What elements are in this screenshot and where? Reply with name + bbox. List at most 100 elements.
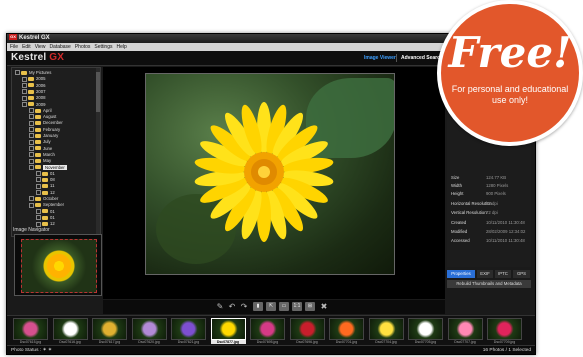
thumbnail-image[interactable] [210,318,246,340]
tab-properties[interactable]: Properties [447,270,475,278]
tab-exif[interactable]: EXIF [477,270,493,278]
tab-gps[interactable]: GPS [513,270,530,278]
expand-icon[interactable] [29,196,34,202]
menu-item-help[interactable]: Help [117,44,127,50]
expand-icon[interactable] [29,152,34,158]
thumbnail[interactable]: Dsc07695.jpg [250,318,285,345]
tree-scrollbar[interactable] [96,68,100,236]
menu-item-file[interactable]: File [10,44,18,50]
expand-icon[interactable] [36,215,41,221]
status-tag-icon[interactable]: ✶ [48,348,52,353]
tree-item[interactable]: May [29,158,51,164]
tree-item[interactable]: March [29,152,55,158]
tree-item[interactable]: 08 [36,177,55,183]
fullscreen-icon[interactable]: ▭ [279,302,289,311]
tree-item[interactable]: 2006 [22,83,46,89]
tree-item[interactable]: 11 [36,183,54,189]
thumbnail-image[interactable] [250,318,285,340]
expand-icon[interactable] [22,101,27,107]
rotate-left-icon[interactable]: ↶ [227,302,237,311]
main-photo[interactable] [145,73,395,275]
tree-item[interactable]: January [29,133,58,139]
expand-icon[interactable] [22,82,27,88]
tree-item[interactable]: September [29,202,64,208]
expand-icon[interactable] [29,133,34,139]
expand-icon[interactable] [29,108,34,114]
thumbnail-image[interactable] [92,318,127,340]
menu-item-view[interactable]: View [35,44,46,50]
tree-item[interactable]: April [29,108,52,114]
expand-icon[interactable] [22,95,27,101]
navigator-preview[interactable] [21,239,97,293]
slideshow-icon[interactable]: ⊞ [305,302,315,311]
expand-icon[interactable] [29,120,34,126]
expand-icon[interactable] [36,208,41,214]
tree-item[interactable]: February [29,127,60,133]
tree-item[interactable]: November [29,164,67,171]
image-viewer-link[interactable]: Image Viewer [364,55,396,61]
expand-icon[interactable] [22,76,27,82]
tree-item[interactable]: 2008 [22,95,46,101]
tree-item[interactable]: 2007 [22,89,46,95]
thumbnail[interactable]: Dsc07705.jpg [408,318,443,345]
edit-pencil-icon[interactable]: ✎ [215,302,225,311]
folder-tree[interactable]: My Pictures 2005 2006 2007 2008 2009 April Augu… [11,67,101,237]
thumbnail[interactable]: Dsc07696.jpg [289,318,325,345]
thumbnail-image[interactable] [131,318,167,340]
expand-icon[interactable] [29,114,34,120]
thumbnail-image[interactable] [368,318,404,340]
tree-item[interactable]: 2005 [22,76,46,82]
fit-window-icon[interactable]: ⇱ [266,302,276,311]
fit-height-icon[interactable]: ▮ [253,302,263,311]
thumbnail[interactable]: Dsc07616.jpg [52,318,88,345]
thumbnail-image[interactable] [171,318,206,340]
thumbnail[interactable]: Dsc07615.jpg [13,318,48,345]
tree-item[interactable]: My Pictures [15,70,51,76]
expand-icon[interactable] [29,158,34,164]
tree-item[interactable]: July [29,139,51,145]
thumbnail-image[interactable] [447,318,483,340]
menu-item-edit[interactable]: Edit [22,44,31,50]
thumbnail[interactable]: Dsc07621.jpg [171,318,206,345]
tree-item[interactable]: 01 [36,171,55,177]
expand-icon[interactable] [29,145,34,151]
tree-item[interactable]: June [29,146,52,152]
advanced-search-link[interactable]: Advanced Search [401,55,443,61]
thumbnail[interactable]: Dsc07617.jpg [92,318,127,345]
menu-item-database[interactable]: Database [49,44,70,50]
thumbnail[interactable]: Dsc07620.jpg [131,318,167,345]
tree-item[interactable]: 12 [36,190,55,196]
expand-icon[interactable] [29,164,34,170]
tree-item[interactable]: August [29,114,56,120]
expand-icon[interactable] [36,183,41,189]
tree-item[interactable]: 2009 [22,102,46,108]
rebuild-thumbnails-button[interactable]: Rebuild Thumbnails and Metadata [447,280,531,288]
thumbnail-image[interactable] [329,318,364,340]
rotate-right-icon[interactable]: ↷ [239,302,249,311]
menu-item-photos[interactable]: Photos [75,44,91,50]
thumbnail-image[interactable] [408,318,443,340]
expand-icon[interactable] [22,89,27,95]
thumbnail-image[interactable] [13,318,48,340]
tree-item[interactable]: 01 [36,215,55,221]
expand-icon[interactable] [15,70,20,76]
tree-item[interactable]: December [29,120,63,126]
image-navigator[interactable] [14,234,102,296]
expand-icon[interactable] [36,177,41,183]
tree-item[interactable]: October [29,196,58,202]
thumbnail[interactable]: Dsc07704.jpg [368,318,404,345]
actual-size-button[interactable]: 1:1 [292,302,302,311]
tab-iptc[interactable]: IPTC [495,270,511,278]
expand-icon[interactable] [29,202,34,208]
thumbnail[interactable]: Dsc07709.jpg [487,318,522,345]
expand-icon[interactable] [36,190,41,196]
status-star-icon[interactable]: ✶ [42,348,46,353]
tree-item[interactable]: 01 [36,209,55,215]
expand-icon[interactable] [29,127,34,133]
thumbnail[interactable]: Dsc07701.jpg [329,318,364,345]
thumbnail[interactable]: Dsc07707.jpg [447,318,483,345]
thumbnail-image[interactable] [52,318,88,340]
thumbnail-image[interactable] [289,318,325,340]
menu-item-settings[interactable]: Settings [94,44,112,50]
expand-icon[interactable] [36,221,41,227]
